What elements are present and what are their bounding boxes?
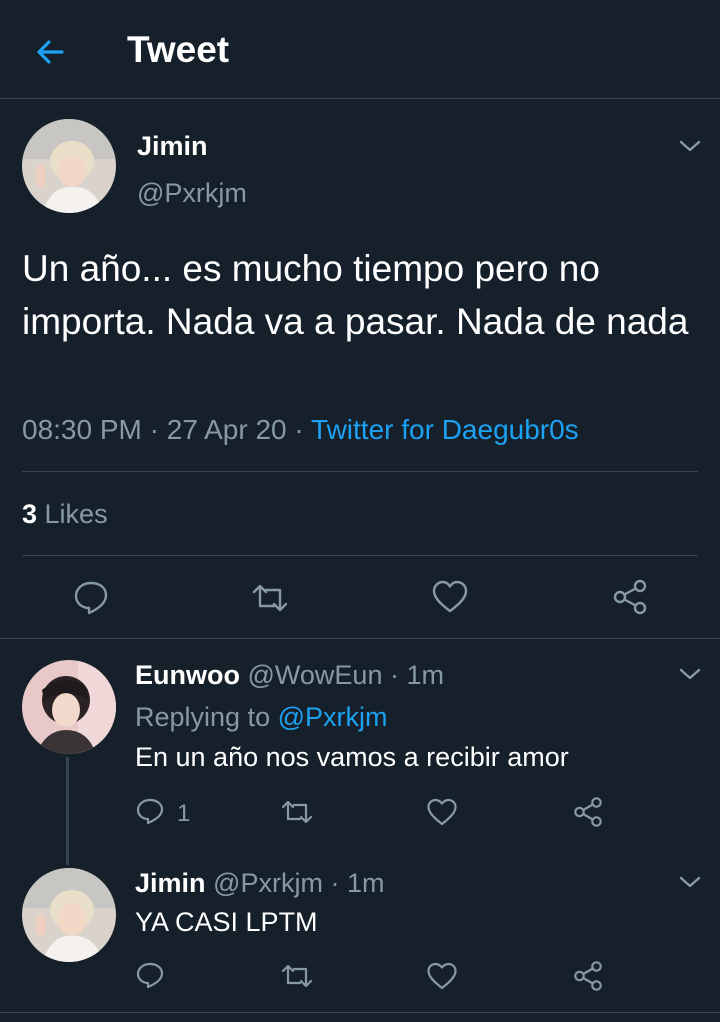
- reply-icon[interactable]: [72, 578, 110, 616]
- reply-author-name[interactable]: Jimin: [135, 868, 206, 898]
- thread-line: [66, 757, 69, 865]
- retweet-icon[interactable]: [280, 797, 314, 827]
- replying-to: Replying to @Pxrkjm: [135, 702, 388, 733]
- reply-author-name[interactable]: Eunwoo: [135, 660, 240, 690]
- likes-stat[interactable]: 3 Likes: [22, 499, 108, 530]
- retweet-icon[interactable]: [250, 580, 290, 616]
- divider: [22, 471, 698, 472]
- share-icon[interactable]: [572, 796, 604, 828]
- reply-text: En un año nos vamos a recibir amor: [135, 742, 569, 772]
- top-bar: [0, 0, 720, 99]
- reply-author-handle[interactable]: @WowEun: [248, 660, 383, 690]
- reply-author-handle[interactable]: @Pxrkjm: [213, 868, 323, 898]
- reply-time: 1m: [346, 868, 385, 898]
- avatar[interactable]: [22, 868, 116, 962]
- reply-icon[interactable]: [135, 960, 165, 990]
- likes-label: Likes: [37, 499, 108, 529]
- reply-header: Eunwoo @WowEun · 1m: [135, 660, 444, 691]
- chevron-down-icon[interactable]: [678, 138, 702, 154]
- reply-header: Jimin @Pxrkjm · 1m: [135, 868, 384, 899]
- divider: [22, 555, 698, 556]
- author-handle[interactable]: @Pxrkjm: [137, 178, 247, 209]
- avatar[interactable]: [22, 119, 116, 213]
- heart-icon[interactable]: [426, 797, 458, 827]
- share-icon[interactable]: [611, 578, 649, 616]
- heart-icon[interactable]: [426, 961, 458, 991]
- meta-separator: ·: [382, 660, 407, 690]
- divider: [0, 638, 720, 639]
- tweet-date: 27 Apr 20: [166, 414, 287, 445]
- tweet-meta: 08:30 PM · 27 Apr 20 · Twitter for Daegu…: [22, 414, 579, 446]
- replying-handle-link[interactable]: @Pxrkjm: [278, 702, 388, 732]
- tweet-time: 08:30 PM: [22, 414, 142, 445]
- reply-time: 1m: [406, 660, 444, 690]
- meta-separator: ·: [322, 868, 347, 898]
- tweet-text: Un año... es mucho tiempo pero no import…: [22, 248, 689, 342]
- divider: [0, 1012, 720, 1013]
- chevron-down-icon[interactable]: [678, 666, 702, 682]
- heart-icon[interactable]: [431, 579, 469, 615]
- chevron-down-icon[interactable]: [678, 874, 702, 890]
- share-icon[interactable]: [572, 960, 604, 992]
- author-name[interactable]: Jimin: [137, 131, 208, 162]
- tweet-source-link[interactable]: Twitter for Daegubr0s: [311, 414, 579, 445]
- reply-icon[interactable]: [135, 796, 165, 826]
- reply-text: YA CASI LPTM: [135, 907, 318, 937]
- replying-label: Replying to: [135, 702, 278, 732]
- likes-count: 3: [22, 499, 38, 529]
- retweet-icon[interactable]: [280, 961, 314, 991]
- page-title: Tweet: [127, 29, 230, 70]
- back-arrow-icon[interactable]: [30, 32, 70, 72]
- avatar[interactable]: [22, 660, 116, 754]
- reply-count: 1: [177, 800, 191, 827]
- meta-separator: ·: [141, 414, 167, 445]
- meta-separator: ·: [286, 414, 312, 445]
